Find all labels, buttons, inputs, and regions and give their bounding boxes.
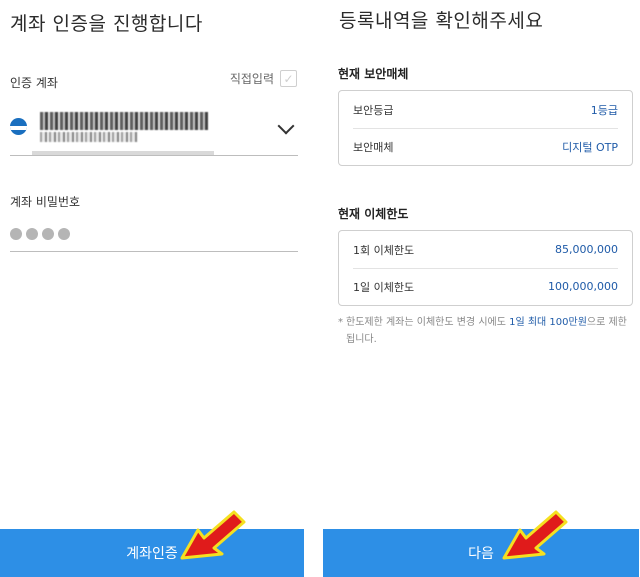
security-device-row: 보안매체 디지털 OTP — [339, 128, 632, 165]
direct-input-toggle[interactable]: 직접입력 ✓ — [230, 70, 297, 87]
page-title: 계좌 인증을 진행합니다 — [10, 13, 203, 35]
panel-divider — [306, 0, 322, 577]
masked-account-number — [40, 112, 208, 130]
row-label: 1일 이체한도 — [353, 280, 415, 294]
row-label: 보안등급 — [353, 103, 394, 117]
bank-logo-icon — [10, 118, 27, 135]
registration-review-screen: 등록내역을 확인해주세요 현재 보안매체 보안등급 1등급 보안매체 디지털 O… — [322, 0, 640, 577]
notice-text-prefix: 한도제한 계좌는 이체한도 변경 시에도 — [346, 317, 510, 328]
password-dot — [42, 227, 54, 240]
chevron-down-icon[interactable] — [277, 117, 295, 135]
row-label: 보안매체 — [353, 140, 394, 154]
limit-notice: * 한도제한 계좌는 이체한도 변경 시에도 1일 최대 100만원으로 제한됩니… — [338, 314, 632, 348]
daily-limit-row: 1일 이체한도 100,000,000 — [339, 268, 632, 305]
password-dot — [10, 227, 22, 240]
password-dot — [26, 227, 38, 240]
verify-account-button-label: 계좌인증 — [126, 546, 178, 562]
limit-section-title: 현재 이체한도 — [338, 207, 409, 221]
checkbox-icon[interactable]: ✓ — [280, 70, 297, 87]
row-value: 디지털 OTP — [562, 140, 618, 154]
security-card: 보안등급 1등급 보안매체 디지털 OTP — [338, 90, 633, 166]
password-field[interactable] — [10, 220, 298, 252]
masked-account-underline — [32, 151, 214, 155]
row-value: 100,000,000 — [548, 280, 618, 293]
account-label: 인증 계좌 — [10, 76, 58, 90]
notice-highlight: 1일 최대 100만원 — [509, 317, 587, 328]
page-title: 등록내역을 확인해주세요 — [339, 10, 544, 32]
next-button-label: 다음 — [468, 546, 494, 562]
security-section-title: 현재 보안매체 — [338, 67, 409, 81]
account-select[interactable] — [10, 108, 298, 156]
password-label: 계좌 비밀번호 — [10, 195, 81, 209]
arrow-pointer-icon — [502, 510, 568, 560]
per-transfer-limit-row: 1회 이체한도 85,000,000 — [339, 231, 632, 268]
row-value: 85,000,000 — [555, 243, 618, 256]
notice-bullet: * — [338, 317, 343, 328]
password-dot — [58, 227, 70, 240]
verify-account-button[interactable]: 계좌인증 — [0, 529, 304, 577]
direct-input-label: 직접입력 — [229, 72, 274, 86]
security-level-row: 보안등급 1등급 — [339, 91, 632, 128]
row-value: 1등급 — [590, 103, 618, 117]
row-label: 1회 이체한도 — [353, 243, 415, 257]
arrow-pointer-icon — [180, 510, 246, 560]
masked-account-owner — [40, 132, 138, 142]
account-verify-screen: 계좌 인증을 진행합니다 인증 계좌 직접입력 ✓ 계좌 비밀번호 계좌인증 — [0, 0, 306, 577]
limit-card: 1회 이체한도 85,000,000 1일 이체한도 100,000,000 — [338, 230, 633, 306]
next-button[interactable]: 다음 — [323, 529, 639, 577]
